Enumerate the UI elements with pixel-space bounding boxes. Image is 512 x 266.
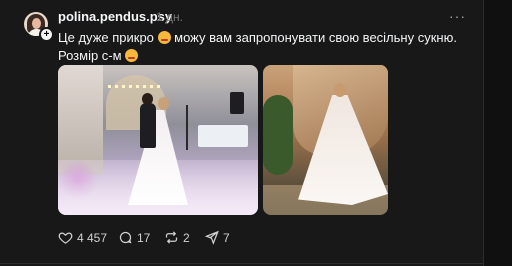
post-text-part1: Це дуже прикро	[58, 30, 158, 45]
column-divider	[483, 0, 484, 266]
repost-count: 2	[183, 230, 190, 245]
like-button[interactable]: 4 457	[58, 230, 107, 245]
more-horizontal-icon[interactable]: ···	[449, 8, 466, 24]
share-button[interactable]: 7	[204, 230, 230, 245]
wedding-first-dance-photo[interactable]	[58, 65, 258, 215]
post-time: 1 дн.	[156, 10, 183, 24]
heart-icon	[58, 232, 73, 244]
repost-button[interactable]: 2	[164, 230, 190, 245]
thread-post: + polina.pendus.psy 1 дн. ··· Це дуже пр…	[0, 0, 483, 266]
username[interactable]: polina.pendus.psy	[58, 9, 172, 24]
post-divider	[0, 263, 483, 264]
sad-face-emoji-icon	[125, 49, 139, 62]
send-icon	[204, 230, 219, 245]
follow-plus-icon[interactable]: +	[39, 27, 54, 42]
repost-icon	[165, 231, 178, 244]
bride-on-rocks-photo[interactable]	[263, 65, 388, 215]
sad-face-emoji-icon	[157, 31, 171, 44]
comment-button[interactable]: 17	[118, 230, 150, 245]
post-text: Це дуже прикро можу вам запропонувати св…	[58, 29, 473, 65]
like-count: 4 457	[77, 230, 108, 245]
comment-count: 17	[137, 230, 151, 245]
share-count: 7	[223, 230, 230, 245]
comment-icon	[119, 231, 132, 244]
